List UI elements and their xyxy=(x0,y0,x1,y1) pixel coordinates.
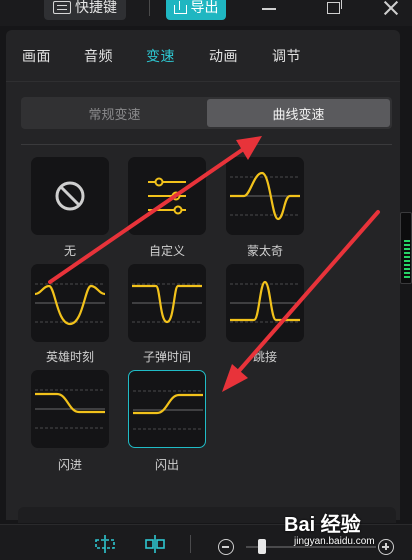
snap-icon[interactable] xyxy=(94,535,116,553)
toolbar-divider xyxy=(190,535,191,553)
flash-out-curve-icon xyxy=(133,390,203,430)
tab-adjust[interactable]: 调节 xyxy=(272,46,301,66)
sliders-icon xyxy=(148,177,186,215)
watermark-url: jingyan.baidu.com xyxy=(294,536,375,547)
keyboard-icon xyxy=(53,0,71,14)
section-divider xyxy=(21,144,392,145)
preset-jump-cut[interactable] xyxy=(226,264,304,342)
export-icon xyxy=(173,0,187,14)
panel-tabs: 画面 音频 变速 动画 调节 xyxy=(6,30,400,82)
watermark-logo: Bai 经验 xyxy=(284,514,361,536)
preset-label: 英雄时刻 xyxy=(45,350,94,364)
shortcut-button[interactable]: 快捷键 xyxy=(44,0,126,20)
minimize-icon[interactable] xyxy=(262,8,276,10)
restore-icon[interactable] xyxy=(327,0,342,14)
zoom-slider-handle[interactable] xyxy=(258,539,266,554)
normal-speed-option[interactable]: 常规变速 xyxy=(23,99,206,127)
shortcut-label: 快捷键 xyxy=(75,0,117,16)
top-toolbar: 快捷键 导出 xyxy=(0,0,412,26)
bullet-time-curve-icon xyxy=(132,283,202,324)
flash-in-curve-icon xyxy=(35,389,105,429)
preset-label: 闪出 xyxy=(154,458,179,472)
preset-label: 闪进 xyxy=(57,458,82,472)
toolbar-divider xyxy=(149,0,150,16)
split-icon[interactable] xyxy=(144,535,166,553)
montage-curve-icon xyxy=(230,171,300,221)
preset-label: 无 xyxy=(63,244,76,258)
editor-window: 快捷键 导出 画面 音频 变速 动画 调节 常规变速 曲线变速 无 自定义 蒙太… xyxy=(0,0,412,560)
none-icon xyxy=(55,181,85,211)
audio-level-meter xyxy=(404,240,410,280)
tab-audio[interactable]: 音频 xyxy=(84,46,113,66)
tab-speed[interactable]: 变速 xyxy=(146,46,175,66)
hero-moment-curve-icon xyxy=(34,283,106,326)
property-panel: 画面 音频 变速 动画 调节 常规变速 曲线变速 无 自定义 蒙太奇 英雄时刻 … xyxy=(6,30,400,520)
curve-speed-option[interactable]: 曲线变速 xyxy=(207,99,390,127)
jump-cut-curve-icon xyxy=(230,280,300,323)
speed-mode-switch: 常规变速 曲线变速 xyxy=(21,97,392,129)
preset-label: 自定义 xyxy=(148,244,185,258)
zoom-out-icon[interactable] xyxy=(218,539,234,555)
preset-flash-in[interactable] xyxy=(31,370,109,448)
watermark: Bai 经验 jingyan.baidu.com xyxy=(284,506,412,560)
preset-label: 子弹时间 xyxy=(142,350,191,364)
preset-label: 蒙太奇 xyxy=(246,244,283,258)
preset-custom[interactable] xyxy=(128,157,206,235)
close-icon[interactable] xyxy=(383,0,399,16)
tab-picture[interactable]: 画面 xyxy=(22,46,51,66)
tab-animation[interactable]: 动画 xyxy=(209,46,238,66)
preset-montage[interactable] xyxy=(226,157,304,235)
preset-label: 跳接 xyxy=(252,350,277,364)
export-button[interactable]: 导出 xyxy=(166,0,226,20)
preset-flash-out[interactable] xyxy=(128,370,206,448)
export-label: 导出 xyxy=(190,0,219,16)
preset-hero-moment[interactable] xyxy=(31,264,109,342)
preset-bullet-time[interactable] xyxy=(128,264,206,342)
preset-none[interactable] xyxy=(31,157,109,235)
